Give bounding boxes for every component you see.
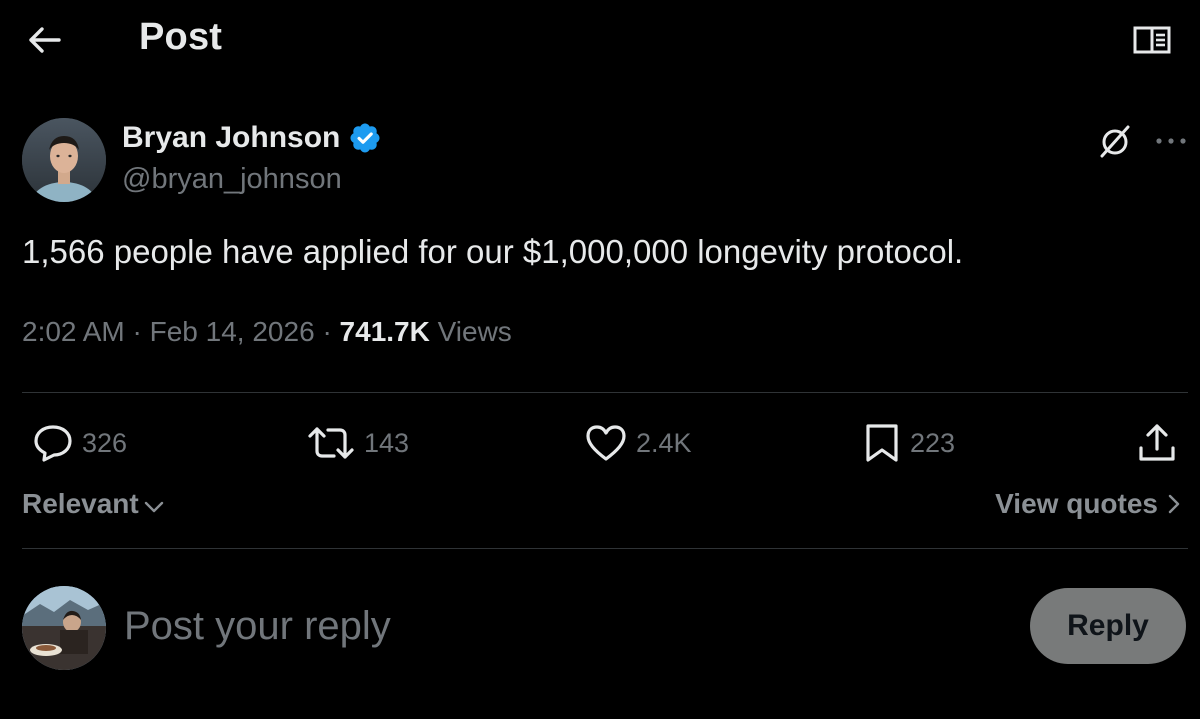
post-detail-page: Post Bryan Johnson @bryan_johnson 1,566 … — [0, 0, 1200, 719]
back-button[interactable] — [22, 20, 66, 60]
chevron-down-icon — [144, 501, 163, 513]
post-date[interactable]: Feb 14, 2026 — [150, 316, 315, 347]
post-meta: 2:02 AM · Feb 14, 2026 · 741.7K Views — [22, 316, 512, 348]
sort-label: Relevant — [22, 488, 139, 519]
author-name[interactable]: Bryan Johnson — [122, 121, 382, 155]
view-quotes-label: View quotes — [995, 488, 1158, 519]
arrow-left-icon — [29, 27, 61, 53]
repost-count: 143 — [364, 427, 410, 458]
meta-separator: · — [132, 316, 142, 347]
author-photo — [22, 118, 106, 202]
user-avatar[interactable] — [22, 586, 106, 670]
meta-separator: · — [322, 316, 332, 347]
author-name-text: Bryan Johnson — [122, 121, 341, 154]
post-text: 1,566 people have applied for our $1,000… — [22, 233, 964, 270]
verified-badge-icon — [350, 123, 380, 153]
open-book-icon — [1133, 26, 1171, 54]
like-count: 2.4K — [636, 427, 692, 458]
more-options-button[interactable] — [1150, 120, 1192, 162]
views-count[interactable]: 741.7K — [340, 316, 430, 347]
page-title: Post — [139, 16, 223, 58]
bookmark-action-button[interactable]: 223 — [862, 421, 955, 465]
like-action-button[interactable]: 2.4K — [584, 421, 692, 465]
bookmark-count: 223 — [910, 427, 956, 458]
heart-icon — [586, 425, 626, 461]
reply-bubble-icon — [34, 425, 72, 462]
author-handle[interactable]: @bryan_johnson — [122, 163, 342, 196]
share-action-button[interactable] — [1136, 421, 1178, 465]
divider — [22, 392, 1188, 393]
reader-mode-button[interactable] — [1128, 20, 1176, 60]
sort-replies-dropdown[interactable]: Relevant — [22, 488, 165, 520]
view-quotes-link[interactable]: View quotes — [995, 488, 1182, 520]
more-dots-icon — [1156, 138, 1186, 144]
author-avatar[interactable] — [22, 118, 106, 202]
grok-button[interactable] — [1094, 120, 1136, 162]
reply-input[interactable] — [124, 596, 984, 656]
repost-action-button[interactable]: 143 — [306, 421, 409, 465]
repost-icon — [308, 427, 354, 459]
bookmark-icon — [866, 424, 898, 462]
reply-action-button[interactable]: 326 — [32, 421, 127, 465]
reply-submit-button[interactable]: Reply — [1030, 588, 1186, 664]
chevron-right-icon — [1168, 494, 1180, 514]
views-label: Views — [437, 316, 512, 347]
share-icon — [1139, 424, 1175, 461]
grok-icon — [1100, 125, 1130, 158]
reply-count: 326 — [82, 427, 128, 458]
user-photo — [22, 586, 106, 670]
divider — [22, 548, 1188, 549]
post-time[interactable]: 2:02 AM — [22, 316, 125, 347]
